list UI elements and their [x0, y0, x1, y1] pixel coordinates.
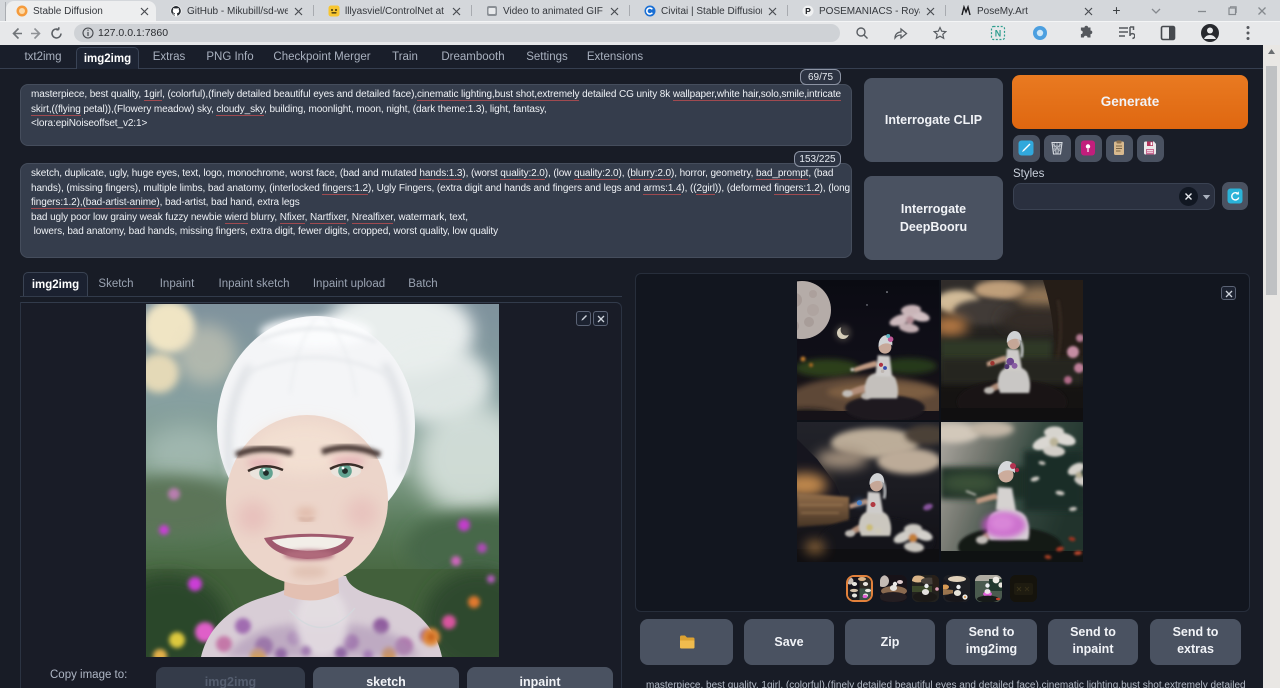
svg-text:P: P — [805, 6, 811, 16]
svg-text:N: N — [995, 29, 1002, 39]
